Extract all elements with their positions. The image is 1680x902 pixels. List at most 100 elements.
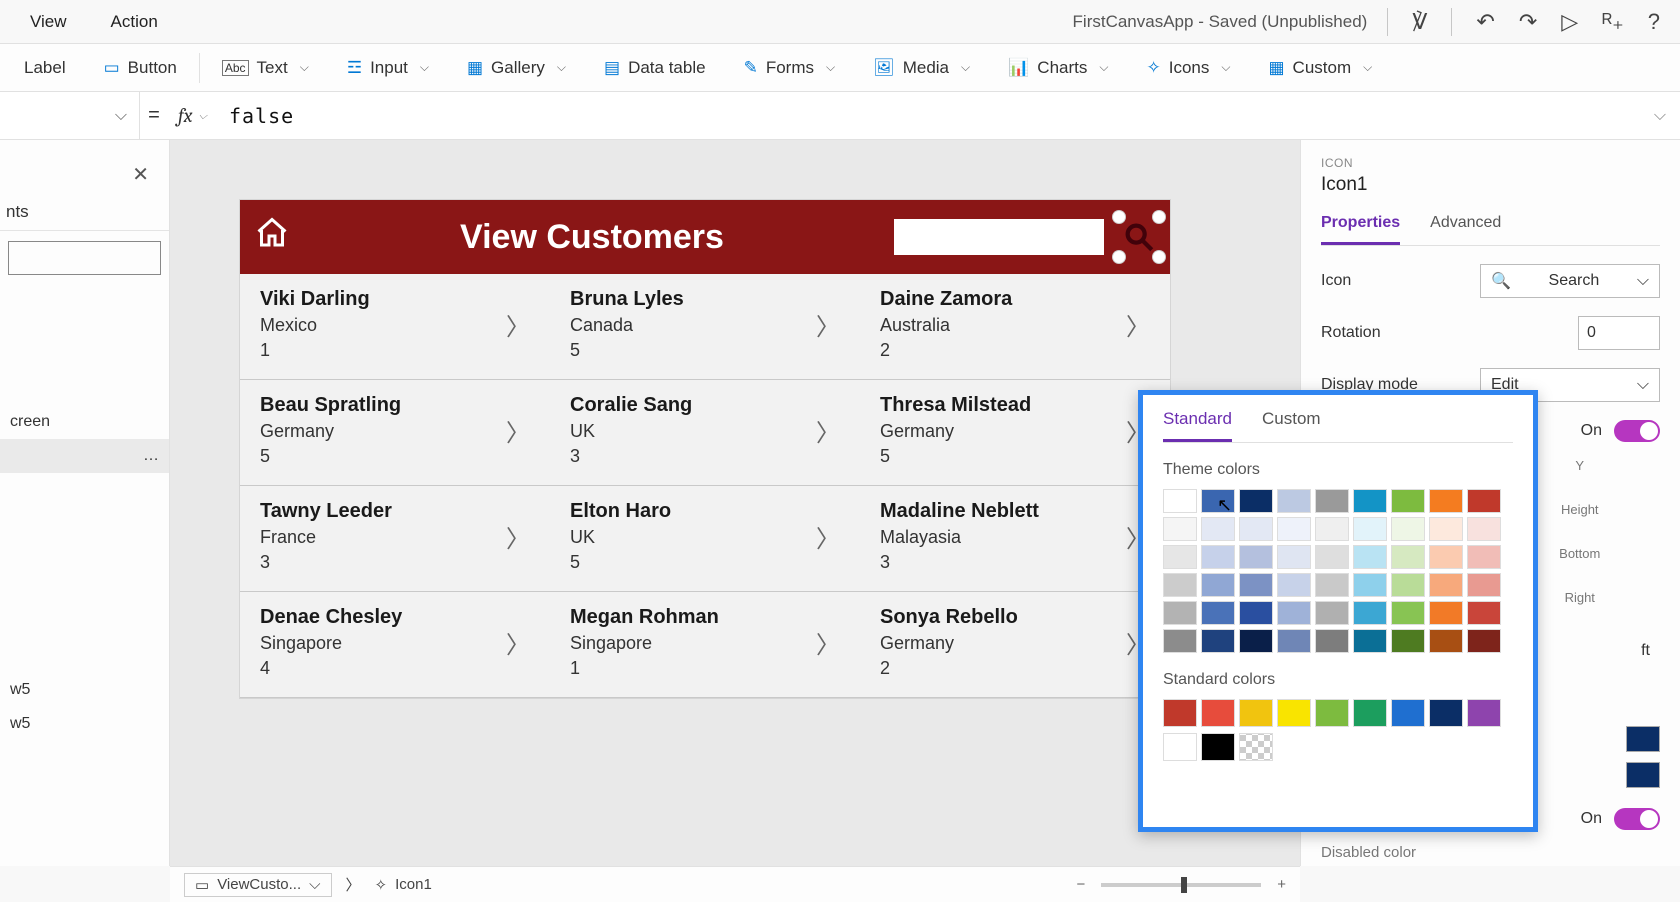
ribbon-charts[interactable]: 📊Charts — [992, 58, 1124, 78]
tab-advanced[interactable]: Advanced — [1430, 214, 1501, 245]
color-swatch[interactable] — [1239, 629, 1273, 653]
color-swatch[interactable] — [1277, 489, 1311, 513]
chevron-right-icon[interactable]: 〉 — [816, 625, 840, 660]
color-swatch[interactable] — [1239, 517, 1273, 541]
color-swatch[interactable] — [1277, 517, 1311, 541]
redo-icon[interactable]: ↷ — [1519, 9, 1537, 35]
tree-item-w5a[interactable]: w5 — [0, 673, 169, 707]
ribbon-label[interactable]: Label — [8, 58, 82, 78]
formula-expand-icon[interactable]: ⌵ — [1640, 107, 1680, 125]
breadcrumb-element[interactable]: ✧ Icon1 — [375, 876, 432, 894]
ribbon-gallery[interactable]: ▦Gallery — [451, 58, 582, 78]
color-swatch[interactable] — [1467, 573, 1501, 597]
help-icon[interactable]: ? — [1648, 9, 1660, 35]
color-swatch[interactable] — [1391, 545, 1425, 569]
tree-search-input[interactable] — [8, 241, 161, 275]
chevron-right-icon[interactable]: 〉 — [816, 413, 840, 448]
ribbon-datatable[interactable]: ▤Data table — [588, 58, 722, 78]
resize-handle-sw[interactable] — [1112, 250, 1126, 264]
chevron-right-icon[interactable]: 〉 — [816, 307, 840, 342]
color-swatch[interactable] — [1315, 545, 1349, 569]
chevron-right-icon[interactable]: 〉 — [816, 519, 840, 554]
screen-search-input[interactable] — [894, 219, 1104, 255]
color-swatch[interactable] — [1429, 601, 1463, 625]
tree-item-icon1[interactable]: … — [0, 439, 169, 473]
tab-properties[interactable]: Properties — [1321, 214, 1400, 245]
color-swatch[interactable] — [1315, 573, 1349, 597]
share-icon[interactable]: ᴿ₊ — [1602, 9, 1624, 35]
color-swatch[interactable] — [1467, 489, 1501, 513]
ribbon-text[interactable]: AbcText — [206, 58, 325, 78]
customer-card[interactable]: Denae ChesleySingapore4〉 — [240, 592, 550, 698]
color-swatch[interactable] — [1353, 517, 1387, 541]
zoom-out-icon[interactable]: − — [1076, 876, 1085, 893]
color-swatch[interactable] — [1163, 517, 1197, 541]
color-swatch[interactable] — [1239, 573, 1273, 597]
customer-card[interactable]: Coralie SangUK3〉 — [550, 380, 860, 486]
chevron-right-icon[interactable]: 〉 — [506, 307, 530, 342]
colorpop-tab-custom[interactable]: Custom — [1262, 409, 1321, 442]
color-swatch[interactable] — [1391, 573, 1425, 597]
customer-card[interactable]: Megan RohmanSingapore1〉 — [550, 592, 860, 698]
ribbon-button[interactable]: ▭Button — [88, 58, 193, 78]
color-swatch[interactable] — [1277, 545, 1311, 569]
color-swatch[interactable] — [1277, 699, 1311, 727]
resize-handle-se[interactable] — [1152, 250, 1166, 264]
search-icon-selected[interactable] — [1122, 220, 1156, 254]
color-swatch[interactable] — [1163, 601, 1197, 625]
prop-visible-toggle[interactable] — [1614, 420, 1660, 442]
prop-icon-select[interactable]: 🔍 Search⌵ — [1480, 264, 1660, 298]
color-swatch[interactable] — [1467, 601, 1501, 625]
resize-handle-nw[interactable] — [1112, 210, 1126, 224]
color-swatch[interactable] — [1201, 517, 1235, 541]
color-swatch[interactable] — [1163, 489, 1197, 513]
design-canvas[interactable]: View Customers Viki DarlingMexico1〉Bruna… — [170, 140, 1300, 866]
color-swatch[interactable] — [1239, 699, 1273, 727]
color-swatch[interactable] — [1315, 699, 1349, 727]
color-swatch[interactable] — [1353, 699, 1387, 727]
menu-view[interactable]: View — [8, 12, 89, 32]
color-swatch[interactable] — [1277, 601, 1311, 625]
color-swatch[interactable] — [1277, 573, 1311, 597]
color-swatch[interactable] — [1201, 733, 1235, 761]
color-swatch[interactable] — [1353, 629, 1387, 653]
color-swatch[interactable] — [1467, 629, 1501, 653]
color-swatch[interactable] — [1315, 629, 1349, 653]
customer-card[interactable]: Tawny LeederFrance3〉 — [240, 486, 550, 592]
prop-toggle-2[interactable] — [1614, 808, 1660, 830]
color-swatch[interactable] — [1201, 545, 1235, 569]
color-swatch[interactable] — [1429, 573, 1463, 597]
color-swatch[interactable] — [1201, 699, 1235, 727]
close-icon[interactable]: ✕ — [132, 162, 149, 187]
more-icon[interactable]: … — [143, 447, 159, 465]
color-swatch[interactable] — [1201, 573, 1235, 597]
color-swatch[interactable] — [1429, 545, 1463, 569]
ribbon-input[interactable]: ☲Input — [331, 58, 445, 78]
customer-card[interactable]: Thresa MilsteadGermany5〉 — [860, 380, 1170, 486]
customer-card[interactable]: Madaline NeblettMalayasia3〉 — [860, 486, 1170, 592]
chevron-right-icon[interactable]: 〉 — [506, 413, 530, 448]
color-swatch[interactable] — [1315, 489, 1349, 513]
color-swatch[interactable] — [1391, 601, 1425, 625]
color-swatch[interactable] — [1429, 699, 1463, 727]
undo-icon[interactable]: ↶ — [1476, 9, 1494, 35]
color-swatch[interactable] — [1467, 545, 1501, 569]
color-swatch[interactable] — [1163, 733, 1197, 761]
color-swatch[interactable] — [1429, 629, 1463, 653]
color-swatch[interactable] — [1239, 489, 1273, 513]
prop-rotation-input[interactable]: 0 — [1578, 316, 1660, 350]
customer-card[interactable]: Daine ZamoraAustralia2〉 — [860, 274, 1170, 380]
color-swatch[interactable] — [1429, 517, 1463, 541]
color-swatch[interactable] — [1391, 629, 1425, 653]
property-selector[interactable]: ⌵ — [0, 92, 140, 139]
play-icon[interactable]: ▷ — [1561, 9, 1578, 35]
color-swatch[interactable] — [1315, 517, 1349, 541]
color-swatch[interactable] — [1429, 489, 1463, 513]
color-swatch[interactable] — [1277, 629, 1311, 653]
customer-card[interactable]: Sonya RebelloGermany2〉 — [860, 592, 1170, 698]
chevron-right-icon[interactable]: 〉 — [506, 519, 530, 554]
zoom-in-icon[interactable]: + — [1277, 876, 1286, 893]
color-chip-1[interactable] — [1626, 726, 1660, 752]
color-swatch[interactable] — [1201, 489, 1235, 513]
color-swatch[interactable] — [1391, 517, 1425, 541]
